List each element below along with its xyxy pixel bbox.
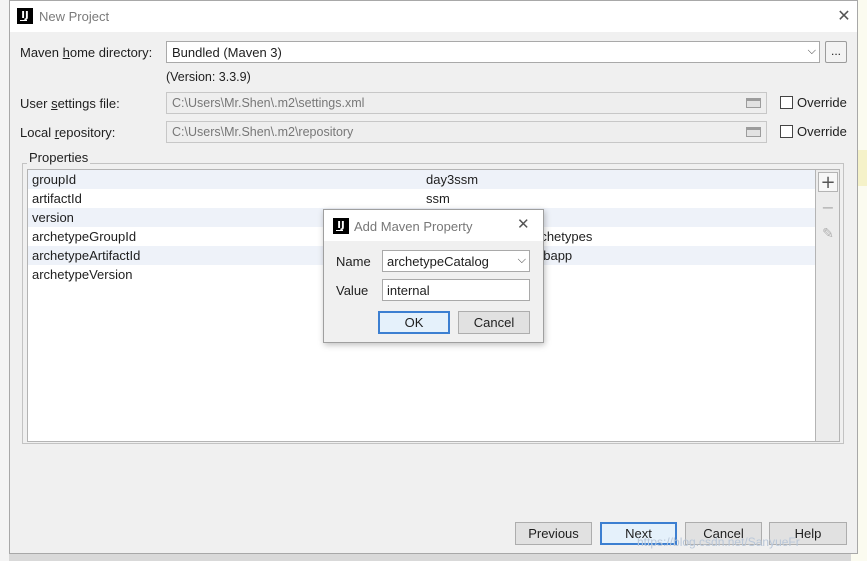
close-icon[interactable]: ✕ [832,5,856,27]
user-settings-field[interactable]: C:\Users\Mr.Shen\.m2\settings.xml [166,92,767,114]
close-icon[interactable]: ✕ [517,215,530,233]
property-key: version [32,210,74,225]
properties-title: Properties [27,150,91,165]
popup-title-bar: IJ Add Maven Property ✕ [324,210,543,241]
add-icon[interactable]: + [818,172,838,193]
watermark: https://blog.csdn.net/SanyueFr [637,535,800,549]
property-key: groupId [32,172,77,187]
name-combo[interactable]: archetypeCatalog ⌵ [382,250,530,272]
chevron-down-icon: ⌵ [517,253,526,266]
intellij-icon: IJ [333,218,349,234]
user-settings-label: User settings file: [20,96,120,111]
property-key: archetypeGroupId [32,229,137,244]
local-repository-field[interactable]: C:\Users\Mr.Shen\.m2\repository [166,121,767,143]
local-repository-override-checkbox[interactable] [780,125,793,138]
user-settings-override-label: Override [797,95,847,110]
popup-title: Add Maven Property [354,219,473,234]
intellij-icon: IJ [17,8,33,24]
local-repository-label: Local repository: [20,125,116,140]
local-repository-value: C:\Users\Mr.Shen\.m2\repository [172,125,354,139]
value-label: Value [336,283,369,298]
local-repository-override-label: Override [797,124,847,139]
properties-toolbar: + − ✎ [816,169,840,442]
ok-button[interactable]: OK [378,311,450,334]
property-value: day3ssm [426,172,479,187]
maven-version: (Version: 3.3.9) [166,70,251,84]
folder-icon[interactable] [746,98,761,108]
folder-icon[interactable] [746,127,761,137]
previous-button[interactable]: Previous [515,522,592,545]
maven-home-combo[interactable]: Bundled (Maven 3) ⌵ [166,41,820,63]
property-key: archetypeVersion [32,267,133,282]
popup-cancel-button[interactable]: Cancel [458,311,530,334]
value-input[interactable]: internal [382,279,530,301]
dialog-title: New Project [39,9,110,24]
value-text: internal [387,283,430,298]
user-settings-value: C:\Users\Mr.Shen\.m2\settings.xml [172,96,365,110]
maven-home-value: Bundled (Maven 3) [172,45,282,60]
table-row[interactable]: artifactId ssm [28,189,815,208]
title-bar: IJ New Project ✕ [10,1,857,32]
remove-icon[interactable]: − [818,198,838,218]
add-maven-property-dialog: IJ Add Maven Property ✕ Name archetypeCa… [323,209,544,343]
maven-home-label: Maven home directory: [20,45,153,60]
property-key: archetypeArtifactId [32,248,141,263]
property-value: rchetypes [536,229,593,244]
table-row[interactable]: groupId day3ssm [28,170,815,189]
property-key: artifactId [32,191,82,206]
user-settings-override-checkbox[interactable] [780,96,793,109]
property-value: ssm [426,191,450,206]
browse-maven-button[interactable]: ... [825,41,847,63]
edit-icon[interactable]: ✎ [818,224,838,244]
name-value: archetypeCatalog [387,254,489,269]
name-label: Name [336,254,371,269]
background-window-left [0,0,9,561]
chevron-down-icon: ⌵ [807,44,816,57]
